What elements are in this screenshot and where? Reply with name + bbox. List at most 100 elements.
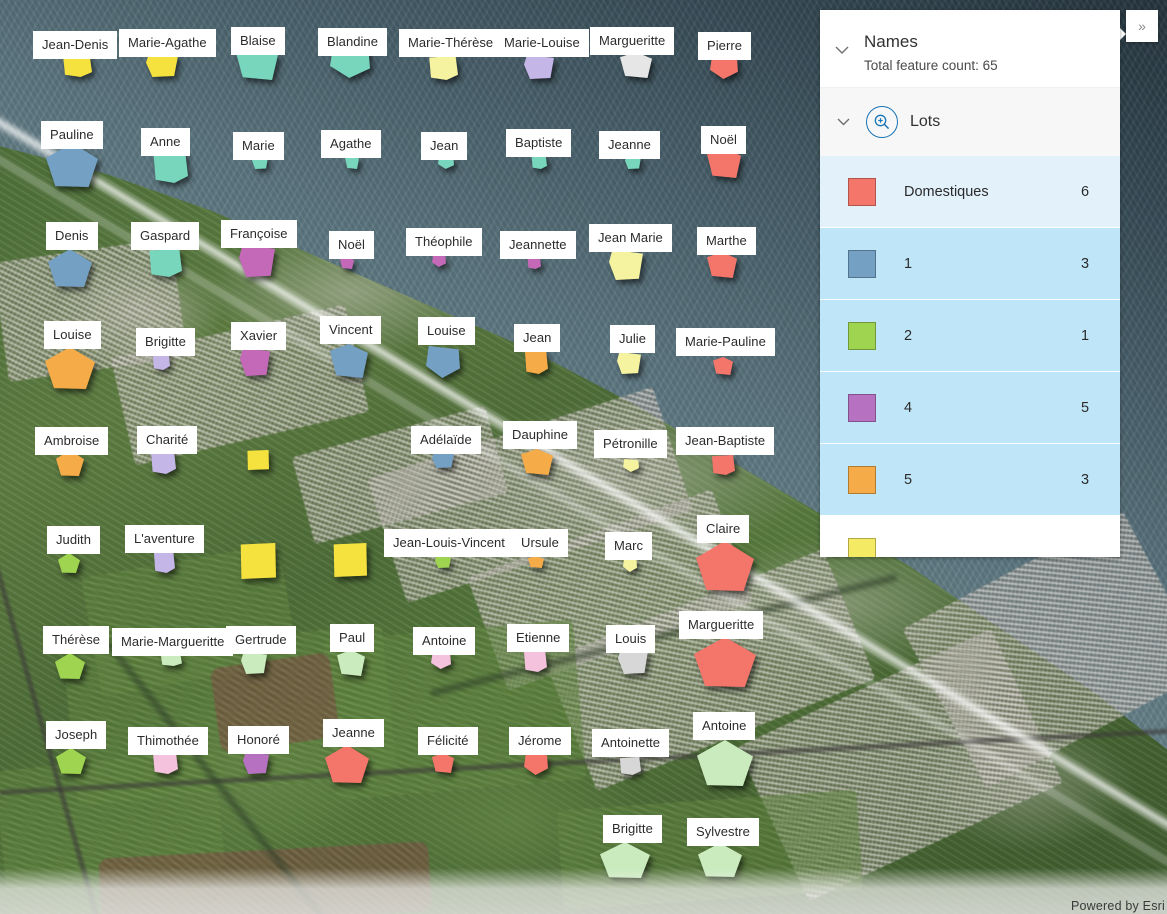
map-feature-vincent[interactable] — [330, 344, 368, 378]
map-feature-jean-louis-vincent[interactable] — [435, 556, 451, 568]
map-label[interactable]: Blandine — [318, 28, 387, 56]
map-feature-dauphine[interactable] — [521, 449, 553, 475]
map-label[interactable]: Joseph — [46, 721, 107, 749]
map-label[interactable]: Etienne — [507, 624, 570, 652]
layer-row-lots[interactable]: Lots — [820, 87, 1120, 156]
map-feature-marthe[interactable] — [707, 252, 737, 278]
map-feature-therese[interactable] — [55, 653, 85, 679]
map-feature-marie-therese[interactable] — [428, 56, 458, 80]
map-label[interactable]: Dauphine — [503, 421, 578, 449]
map-label[interactable]: Honoré — [228, 726, 289, 754]
map-label[interactable]: Marie-Thérèse — [399, 29, 503, 57]
map-label[interactable]: Ursule — [512, 529, 568, 557]
map-feature-gaspard[interactable] — [148, 249, 182, 277]
map-feature-jerome[interactable] — [524, 753, 548, 775]
map-feature-jean-marie[interactable] — [609, 250, 643, 280]
map-feature-xavier[interactable] — [240, 348, 270, 376]
map-label[interactable]: Louis — [606, 625, 656, 653]
map-feature-antoine-a[interactable] — [431, 653, 451, 669]
map-feature-margueritte-b[interactable] — [694, 637, 756, 687]
map-feature-adelaide[interactable] — [432, 452, 454, 468]
map-feature-honore[interactable] — [243, 752, 269, 774]
map-feature-marie-louise[interactable] — [524, 55, 554, 79]
map-label[interactable]: Pierre — [698, 32, 751, 60]
map-label[interactable]: Margueritte — [679, 611, 764, 639]
map-feature-judith[interactable] — [58, 553, 80, 573]
map-label[interactable]: Marie-Agathe — [119, 29, 216, 57]
map-feature-baptiste[interactable] — [531, 155, 547, 169]
map-label[interactable]: Charité — [137, 426, 198, 454]
map-feature-laventure[interactable] — [153, 551, 175, 573]
map-label[interactable]: Denis — [46, 222, 98, 250]
map-feature-pauline[interactable] — [46, 143, 98, 187]
map-label[interactable]: Marie-Margueritte — [112, 628, 234, 656]
map-label[interactable]: Jean-Baptiste — [676, 427, 775, 455]
map-feature-unlabeled-y3[interactable] — [333, 543, 367, 577]
map-feature-ursule[interactable] — [528, 556, 544, 568]
legend-item[interactable]: 45 — [820, 372, 1120, 444]
map-label[interactable]: Vincent — [320, 316, 382, 344]
map-label[interactable]: Jean — [421, 132, 468, 160]
map-label[interactable]: Gertrude — [226, 626, 296, 654]
map-feature-louise-b[interactable] — [426, 346, 460, 378]
map-label[interactable]: Anne — [141, 128, 190, 156]
legend-panel[interactable]: Names Total feature count: 65 Lots Domes… — [820, 10, 1120, 557]
map-label[interactable]: Thérèse — [43, 626, 110, 654]
legend-item-list[interactable]: Domestiques 6 1 3 2 1 4 5 5 3 — [820, 156, 1120, 557]
map-feature-sylvestre[interactable] — [698, 843, 742, 877]
map-feature-thimothee[interactable] — [152, 752, 178, 774]
map-label[interactable]: Jean-Louis-Vincent — [384, 529, 514, 557]
map-label[interactable]: Julie — [610, 325, 655, 353]
map-label[interactable]: Marc — [605, 532, 653, 560]
map-feature-margueritte[interactable] — [620, 52, 652, 78]
map-label[interactable]: Jeannette — [500, 231, 576, 259]
legend-item[interactable]: 21 — [820, 300, 1120, 372]
map-feature-antoine-b[interactable] — [697, 740, 753, 786]
map-label[interactable]: Marie — [233, 132, 284, 160]
map-label[interactable]: Jeanne — [599, 131, 660, 159]
map-label[interactable]: Noël — [329, 231, 374, 259]
collapse-panel-button[interactable]: » — [1126, 10, 1158, 42]
legend-item[interactable] — [820, 516, 1120, 557]
map-label[interactable]: Gaspard — [131, 222, 200, 250]
map-label[interactable]: Félicité — [418, 727, 478, 755]
map-label[interactable]: Jean — [514, 324, 561, 352]
map-feature-brigitte-b[interactable] — [600, 842, 650, 878]
map-label[interactable]: L'aventure — [125, 525, 204, 553]
map-label[interactable]: Antoine — [413, 627, 476, 655]
map-label[interactable]: Antoine — [693, 712, 756, 740]
map-label[interactable]: Pétronille — [594, 430, 667, 458]
map-feature-denis[interactable] — [48, 249, 92, 287]
map-label[interactable]: Blaise — [231, 27, 285, 55]
map-label[interactable]: Jeanne — [323, 719, 384, 747]
map-feature-claire[interactable] — [696, 541, 754, 591]
map-label[interactable]: Jean-Denis — [33, 31, 118, 59]
legend-item[interactable]: 13 — [820, 228, 1120, 300]
map-label[interactable]: Judith — [47, 526, 100, 554]
map-label[interactable]: Noël — [701, 126, 746, 154]
map-feature-theophile[interactable] — [432, 255, 446, 267]
map-feature-francoise[interactable] — [239, 245, 275, 277]
map-label[interactable]: Baptiste — [506, 129, 572, 157]
map-feature-marc[interactable] — [623, 558, 637, 572]
map-label[interactable]: Adélaïde — [411, 426, 481, 454]
map-label[interactable]: Pauline — [41, 121, 103, 149]
map-feature-paul[interactable] — [337, 650, 365, 676]
legend-item[interactable]: 53 — [820, 444, 1120, 516]
map-label[interactable]: Brigitte — [603, 815, 662, 843]
collapse-layer-chevron-icon[interactable] — [820, 118, 866, 126]
map-feature-felicite[interactable] — [432, 753, 454, 773]
map-label[interactable]: Antoinette — [592, 729, 670, 757]
map-label[interactable]: Jérome — [509, 727, 571, 755]
map-feature-louise-a[interactable] — [45, 347, 95, 389]
map-label[interactable]: Louise — [44, 321, 101, 349]
map-label[interactable]: Louise — [418, 317, 475, 345]
map-feature-antoinette[interactable] — [619, 757, 641, 775]
map-label[interactable]: Margueritte — [590, 27, 675, 55]
map-label[interactable]: Françoise — [221, 220, 297, 248]
map-feature-jean-baptiste[interactable] — [711, 455, 735, 475]
map-label[interactable]: Marie-Louise — [495, 29, 589, 57]
map-label[interactable]: Sylvestre — [687, 818, 759, 846]
map-label[interactable]: Paul — [330, 624, 375, 652]
zoom-to-layer-icon[interactable] — [866, 106, 898, 138]
